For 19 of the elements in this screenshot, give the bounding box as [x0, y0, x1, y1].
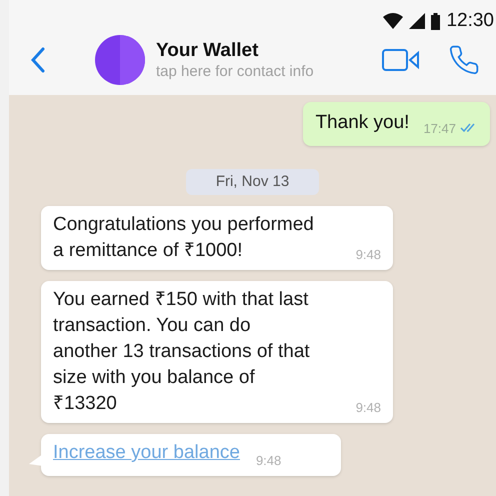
avatar[interactable] — [95, 34, 145, 84]
video-call-icon[interactable] — [382, 48, 420, 72]
message-time: 9:48 — [256, 452, 282, 470]
message-text: Thank you! — [315, 111, 410, 135]
message-time: 9:48 — [356, 246, 381, 264]
message-text: You earned ₹150 with that last transaction. You can do another 13 transactions of that size with you balance of ₹13320 — [53, 288, 310, 416]
signal-icon — [409, 13, 426, 29]
message-time: 17:47 — [423, 120, 456, 138]
back-icon — [31, 46, 45, 72]
phone-call-icon[interactable] — [448, 44, 480, 76]
status-time: 12:30 — [446, 10, 494, 32]
balance-link[interactable]: Increase your balance — [53, 440, 240, 466]
contact-name[interactable]: Your Wallet — [156, 38, 314, 62]
date-chip: Fri, Nov 13 — [186, 169, 320, 195]
wifi-icon — [383, 13, 404, 29]
contact-subtitle[interactable]: tap here for contact info — [156, 62, 314, 80]
message-time: 9:48 — [356, 398, 381, 416]
battery-icon — [431, 12, 440, 30]
message-text: Congratulations you performed a remittance of ₹1000! — [53, 213, 314, 263]
